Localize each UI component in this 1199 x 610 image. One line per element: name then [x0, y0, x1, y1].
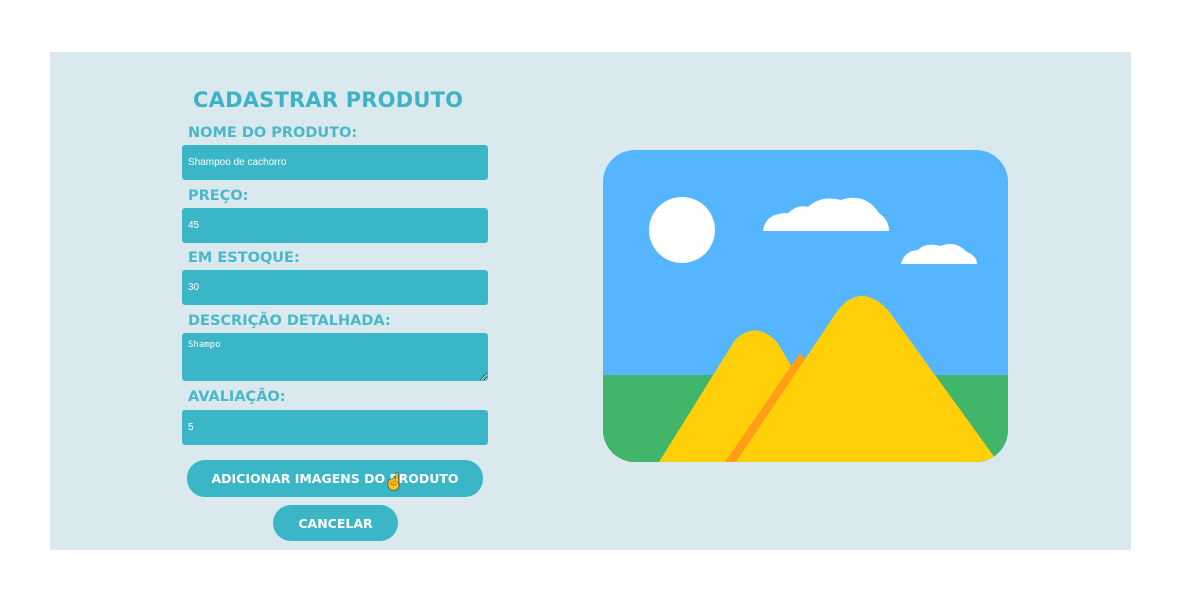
product-name-input[interactable]	[182, 145, 488, 180]
rating-label: AVALIAÇÃO:	[188, 389, 286, 405]
description-label: DESCRIÇÃO DETALHADA:	[188, 313, 391, 329]
add-images-button[interactable]: ADICIONAR IMAGENS DO PRODUTO	[187, 460, 483, 497]
stock-input[interactable]	[182, 270, 488, 305]
description-textarea[interactable]: Shampo	[182, 333, 488, 381]
product-name-label: NOME DO PRODUTO:	[188, 125, 358, 141]
image-placeholder-icon	[603, 150, 1008, 462]
cancel-button[interactable]: CANCELAR	[273, 505, 398, 541]
page-title: CADASTRAR PRODUTO	[193, 88, 464, 112]
price-input[interactable]	[182, 208, 488, 243]
sun	[649, 197, 715, 263]
pointer-cursor-icon: ☝	[384, 474, 404, 491]
price-label: PREÇO:	[188, 188, 249, 204]
stock-label: EM ESTOQUE:	[188, 250, 300, 266]
rating-input[interactable]	[182, 410, 488, 445]
